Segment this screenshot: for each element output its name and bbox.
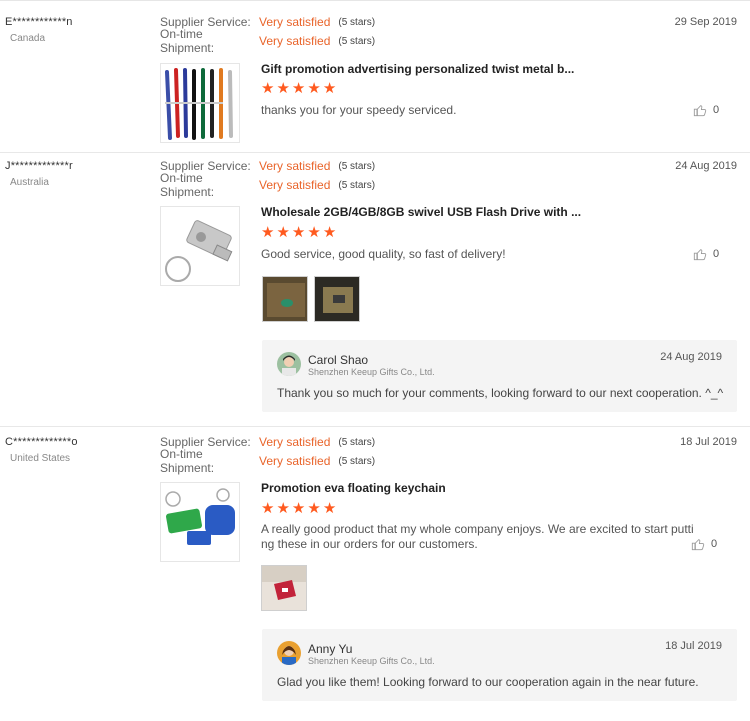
reply-date: 18 Jul 2019 bbox=[665, 640, 722, 652]
product-thumbnail[interactable] bbox=[160, 63, 240, 143]
star-icon: ★ bbox=[261, 500, 275, 517]
thumbs-up-icon bbox=[693, 105, 707, 117]
product-thumbnail[interactable] bbox=[160, 482, 240, 562]
shipment-stars: (5 stars) bbox=[338, 179, 376, 191]
review-date: 24 Aug 2019 bbox=[675, 160, 737, 172]
buyer-name: C*************o bbox=[5, 436, 78, 448]
review-item: E************n Canada Supplier Service: … bbox=[0, 8, 750, 150]
shipment-stars: (5 stars) bbox=[338, 35, 376, 47]
helpful-button[interactable]: 0 bbox=[693, 103, 719, 117]
reply-date: 24 Aug 2019 bbox=[660, 351, 722, 363]
star-icon: ★ bbox=[307, 224, 321, 241]
review-photo[interactable] bbox=[314, 276, 360, 322]
helpful-count: 0 bbox=[713, 104, 720, 116]
top-divider bbox=[0, 0, 750, 1]
star-icon: ★ bbox=[276, 500, 290, 517]
supplier-reply: Carol Shao Shenzhen Keeup Gifts Co., Ltd… bbox=[262, 340, 737, 412]
review-comment: thanks you for your speedy serviced. bbox=[261, 103, 457, 117]
buyer-country: Australia bbox=[10, 177, 49, 188]
buyer-country: Canada bbox=[10, 33, 46, 44]
buyer-name: E************n bbox=[5, 16, 73, 28]
product-title-link[interactable]: Wholesale 2GB/4GB/8GB swivel USB Flash D… bbox=[261, 205, 581, 219]
thumbs-up-icon bbox=[693, 249, 707, 261]
supplier-service-value: Very satisfied bbox=[259, 159, 331, 173]
star-icon: ★ bbox=[276, 80, 290, 97]
reply-author: Anny Yu bbox=[308, 642, 353, 656]
product-rating-stars: ★ ★ ★ ★ ★ bbox=[261, 225, 336, 240]
shipment-value: Very satisfied bbox=[259, 454, 331, 468]
helpful-count: 0 bbox=[713, 248, 720, 260]
buyer-name: J*************r bbox=[5, 160, 73, 172]
supplier-service-value: Very satisfied bbox=[259, 15, 331, 29]
shipment-label: On-time Shipment: bbox=[160, 447, 215, 475]
supplier-service-value: Very satisfied bbox=[259, 435, 331, 449]
star-icon: ★ bbox=[276, 224, 290, 241]
star-icon: ★ bbox=[261, 224, 275, 241]
star-icon: ★ bbox=[291, 80, 306, 97]
review-date: 29 Sep 2019 bbox=[674, 16, 737, 28]
review-comment: Good service, good quality, so fast of d… bbox=[261, 247, 506, 261]
product-title-link[interactable]: Gift promotion advertising personalized … bbox=[261, 62, 574, 76]
star-icon: ★ bbox=[291, 224, 306, 241]
product-rating-stars: ★ ★ ★ ★ ★ bbox=[261, 81, 336, 96]
avatar bbox=[277, 641, 301, 665]
avatar bbox=[277, 352, 301, 376]
review-comment: A really good product that my whole comp… bbox=[261, 522, 694, 552]
reply-text: Thank you so much for your comments, loo… bbox=[277, 386, 724, 400]
review-photo[interactable] bbox=[262, 276, 308, 322]
review-photo[interactable] bbox=[261, 565, 307, 611]
review-divider bbox=[0, 426, 750, 427]
shipment-stars: (5 stars) bbox=[338, 455, 376, 467]
reply-company: Shenzhen Keeup Gifts Co., Ltd. bbox=[308, 367, 435, 377]
shipment-value: Very satisfied bbox=[259, 34, 331, 48]
review-date: 18 Jul 2019 bbox=[680, 436, 737, 448]
reply-text: Glad you like them! Looking forward to o… bbox=[277, 675, 699, 689]
star-icon: ★ bbox=[307, 500, 321, 517]
shipment-rating: On-time Shipment: Very satisfied (5 star… bbox=[160, 447, 376, 475]
shipment-rating: On-time Shipment: Very satisfied (5 star… bbox=[160, 171, 376, 199]
supplier-service-stars: (5 stars) bbox=[338, 436, 376, 448]
star-icon: ★ bbox=[322, 80, 337, 97]
shipment-label: On-time Shipment: bbox=[160, 27, 215, 55]
review-comment-line: ng these in our orders for our customers… bbox=[261, 537, 478, 551]
helpful-count: 0 bbox=[711, 538, 718, 550]
review-item: C*************o United States Supplier S… bbox=[0, 428, 750, 718]
shipment-label: On-time Shipment: bbox=[160, 171, 215, 199]
star-icon: ★ bbox=[307, 80, 321, 97]
supplier-service-stars: (5 stars) bbox=[338, 160, 376, 172]
star-icon: ★ bbox=[322, 500, 337, 517]
helpful-button[interactable]: 0 bbox=[693, 247, 719, 261]
product-title-link[interactable]: Promotion eva floating keychain bbox=[261, 481, 446, 495]
shipment-rating: On-time Shipment: Very satisfied (5 star… bbox=[160, 27, 376, 55]
thumbs-up-icon bbox=[691, 539, 705, 551]
star-icon: ★ bbox=[291, 500, 306, 517]
review-item: J*************r Australia Supplier Servi… bbox=[0, 152, 750, 424]
product-rating-stars: ★ ★ ★ ★ ★ bbox=[261, 501, 336, 516]
star-icon: ★ bbox=[322, 224, 337, 241]
reply-company: Shenzhen Keeup Gifts Co., Ltd. bbox=[308, 656, 435, 666]
helpful-button[interactable]: 0 bbox=[691, 537, 717, 551]
supplier-service-stars: (5 stars) bbox=[338, 16, 376, 28]
star-icon: ★ bbox=[261, 80, 275, 97]
buyer-country: United States bbox=[10, 453, 71, 464]
shipment-value: Very satisfied bbox=[259, 178, 331, 192]
review-comment-line: A really good product that my whole comp… bbox=[261, 522, 694, 536]
product-thumbnail[interactable] bbox=[160, 206, 240, 286]
reply-author: Carol Shao bbox=[308, 353, 369, 367]
supplier-reply: Anny Yu Shenzhen Keeup Gifts Co., Ltd. 1… bbox=[262, 629, 737, 701]
